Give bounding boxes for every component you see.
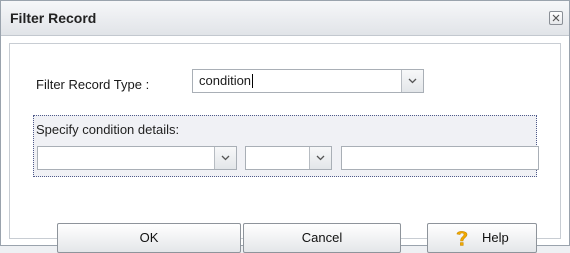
cancel-button[interactable]: Cancel [243,223,401,253]
close-icon [552,14,560,22]
title-bar: Filter Record [1,1,569,36]
filter-record-dialog: Filter Record Filter Record Type : condi… [0,0,570,253]
filter-record-type-dropdown-button[interactable] [401,70,423,92]
chevron-down-icon [316,155,325,161]
help-button[interactable]: Help [427,223,537,253]
condition-details-legend: Specify condition details: [36,122,180,137]
condition-field-select[interactable] [37,146,237,170]
condition-details-group: Specify condition details: [33,115,539,177]
dialog-title: Filter Record [10,10,97,26]
filter-record-type-input[interactable]: condition [199,74,254,88]
ok-button[interactable]: OK [57,223,241,253]
filter-record-type-combo[interactable]: condition [192,69,424,93]
question-mark-icon [456,231,468,246]
condition-field-dropdown-button[interactable] [214,147,236,169]
filter-record-type-label: Filter Record Type : [36,77,150,92]
condition-operator-select[interactable] [245,146,332,170]
chevron-down-icon [221,155,230,161]
condition-operator-dropdown-button[interactable] [309,147,331,169]
chevron-down-icon [408,78,417,84]
close-button[interactable] [549,11,563,25]
dialog-body: Filter Record Type : condition Specify c… [9,43,561,253]
condition-value-input[interactable] [341,146,539,170]
help-button-label: Help [482,230,509,245]
